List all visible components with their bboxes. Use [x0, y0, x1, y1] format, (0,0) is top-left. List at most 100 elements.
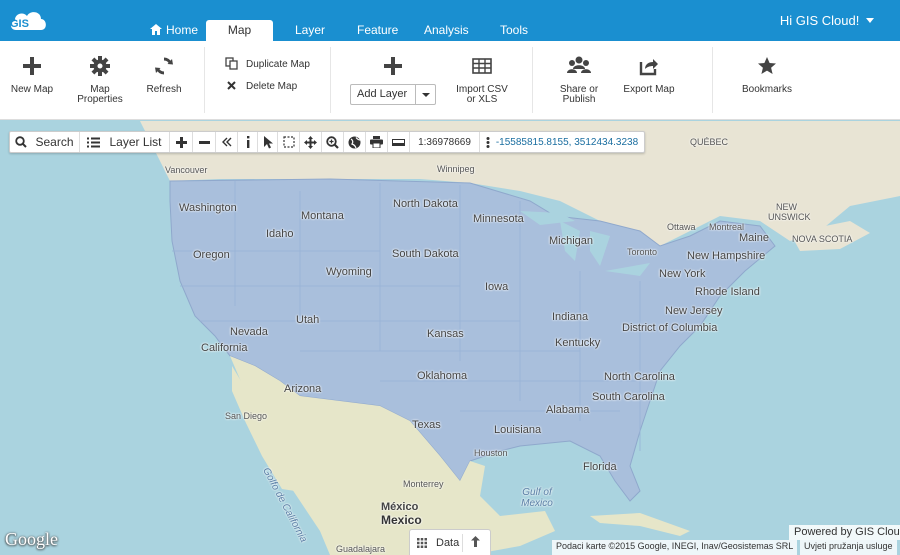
map-label-state: District of Columbia: [622, 322, 718, 334]
plus-icon: [384, 57, 402, 75]
tab-home[interactable]: Home: [150, 20, 198, 41]
map-label-state: Iowa: [485, 281, 509, 293]
map-label-state: Montana: [301, 210, 344, 222]
refresh-button[interactable]: Refresh: [140, 56, 188, 95]
map-label-region: NEW: [776, 202, 797, 212]
map-label-region: NOVA SCOTIA: [792, 234, 853, 244]
import-csv-xls-button[interactable]: Import CSV or XLS: [450, 56, 514, 105]
map-label-state: Rhode Island: [695, 286, 760, 298]
layer-list-button[interactable]: Layer List: [80, 132, 170, 152]
gis-cloud-logo[interactable]: GIS: [8, 6, 48, 34]
list-icon: [87, 137, 101, 147]
grid-icon: [417, 538, 427, 548]
map-scale-display: 1:36978669: [410, 132, 480, 152]
zoom-magnifier-icon: [326, 135, 339, 149]
map-toolbar: Search Layer List 1:36978669 -15585815.8…: [9, 131, 645, 153]
double-chevron-left-icon: [221, 137, 231, 147]
map-label-state: Kentucky: [555, 337, 601, 349]
info-icon: [246, 136, 249, 148]
map-attribution: Podaci karte ©2015 Google, INEGI, Inav/G…: [552, 540, 798, 555]
export-map-button[interactable]: Export Map: [620, 56, 678, 95]
map-label-city: San Diego: [225, 411, 268, 421]
copy-icon: [225, 57, 238, 70]
map-label-state: Louisiana: [494, 424, 542, 436]
add-layer-plus-icon-button[interactable]: [382, 56, 404, 81]
ribbon-divider: [712, 47, 713, 113]
vertical-dots-icon: [486, 136, 490, 148]
map-label-city: Monterrey: [403, 479, 444, 489]
user-menu[interactable]: Hi GIS Cloud!: [780, 13, 874, 28]
zoom-in-button[interactable]: [170, 132, 193, 152]
google-logo[interactable]: Google: [5, 529, 58, 550]
print-button[interactable]: [366, 132, 388, 152]
share-export-icon: [639, 59, 658, 76]
map-label-state: Indiana: [552, 311, 589, 323]
search-button[interactable]: Search: [10, 132, 80, 152]
ruler-icon: [392, 138, 405, 146]
map-label-region: UNSWICK: [768, 212, 811, 222]
globe-icon: [348, 136, 361, 148]
map-label-state: South Dakota: [392, 248, 459, 260]
map-label-state: Nevada: [230, 326, 268, 338]
map-canvas[interactable]: Washington Montana North Dakota Minnesot…: [0, 121, 900, 555]
map-label-state: Oklahoma: [417, 370, 468, 382]
cursor-arrow-icon: [263, 135, 273, 148]
data-tab-divider: [462, 534, 463, 552]
map-label-city: Ottawa: [667, 222, 696, 232]
map-label-state: Wyoming: [326, 266, 372, 278]
chevron-down-icon[interactable]: [415, 85, 435, 104]
map-label-state: New Hampshire: [687, 250, 766, 262]
box-select-button[interactable]: [278, 132, 300, 152]
map-label-state: Kansas: [427, 328, 464, 340]
map-label-state: Alabama: [546, 404, 590, 416]
tab-map[interactable]: Map: [206, 20, 273, 41]
logo-text: GIS: [10, 18, 29, 30]
basemap-button[interactable]: [344, 132, 366, 152]
add-layer-dropdown[interactable]: Add Layer: [350, 84, 436, 105]
data-panel-toggle[interactable]: Data: [409, 529, 491, 555]
map-label-state: Florida: [583, 461, 617, 473]
caret-down-icon: [866, 18, 874, 23]
map-label-state: North Carolina: [604, 371, 675, 383]
share-publish-button[interactable]: Share or Publish: [552, 56, 606, 105]
map-label-country: Mexico: [381, 513, 422, 527]
tab-layer[interactable]: Layer: [295, 20, 325, 41]
map-label-city: Montreal: [709, 222, 745, 232]
dashed-box-icon: [282, 136, 295, 148]
map-label-state: Arizona: [284, 383, 322, 395]
powered-by-badge[interactable]: Powered by GIS Cloud: [789, 525, 900, 540]
arrow-up-icon: [471, 536, 480, 547]
delete-map-button[interactable]: Delete Map: [225, 79, 297, 92]
map-label-city: Winnipeg: [437, 164, 475, 174]
duplicate-map-button[interactable]: Duplicate Map: [225, 57, 310, 70]
collapse-toolbar-button[interactable]: [216, 132, 238, 152]
map-label-region: QUÉBEC: [690, 137, 729, 147]
new-map-button[interactable]: New Map: [8, 56, 56, 95]
move-arrows-icon: [304, 135, 317, 149]
map-properties-button[interactable]: Map Properties: [72, 56, 128, 105]
map-label-state: South Carolina: [592, 391, 665, 403]
ribbon-divider: [330, 47, 331, 113]
zoom-out-button[interactable]: [193, 132, 216, 152]
home-icon: [150, 24, 162, 35]
pan-button[interactable]: [300, 132, 322, 152]
coordinates-display[interactable]: -15585815.8155, 3512434.3238: [480, 132, 644, 152]
tab-feature[interactable]: Feature: [357, 20, 398, 41]
map-label-state: North Dakota: [393, 198, 458, 210]
map-label-state: New Jersey: [665, 305, 723, 317]
select-pointer-button[interactable]: [258, 132, 278, 152]
refresh-icon: [155, 57, 173, 75]
info-button[interactable]: [238, 132, 258, 152]
table-icon: [472, 58, 492, 74]
tab-tools[interactable]: Tools: [500, 20, 528, 41]
bookmarks-button[interactable]: Bookmarks: [738, 56, 796, 95]
measure-button[interactable]: [388, 132, 410, 152]
terms-of-service-link[interactable]: Uvjeti pružanja usluge: [800, 540, 897, 555]
map-label-city: Toronto: [627, 247, 658, 257]
map-label-state: California: [201, 342, 248, 354]
map-label-city: Guadalajara: [336, 544, 386, 554]
users-icon: [567, 56, 591, 73]
zoom-box-button[interactable]: [322, 132, 344, 152]
tab-analysis[interactable]: Analysis: [424, 20, 469, 41]
plus-icon: [23, 57, 41, 75]
